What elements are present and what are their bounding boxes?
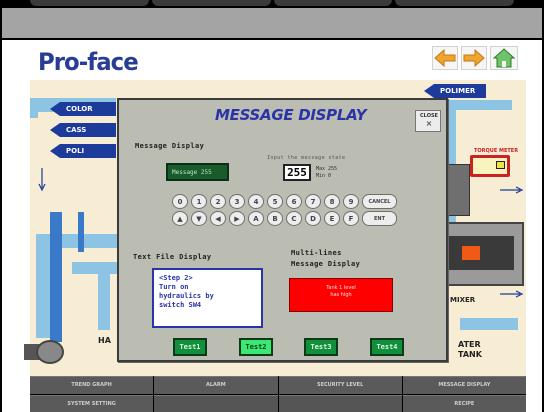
- message-display-field: Message 255: [166, 163, 229, 181]
- pipe: [50, 212, 62, 342]
- window-title: MESSAGE DISPLAY: [215, 106, 367, 124]
- menu-trend-graph[interactable]: TREND GRAPH: [30, 376, 154, 394]
- pump: [36, 340, 64, 364]
- key-3[interactable]: 3: [229, 194, 245, 209]
- header-bar: [0, 6, 544, 40]
- mixer-label: MIXER: [450, 296, 476, 304]
- text-file-display-label: Text File Display: [133, 253, 212, 261]
- key-up[interactable]: ▲: [172, 211, 188, 226]
- key-8[interactable]: 8: [324, 194, 340, 209]
- cancel-key[interactable]: CANCEL: [362, 194, 397, 209]
- hmi-screen: Pro-face POLIMER COLOR CASS POLI TORQUE …: [0, 0, 544, 412]
- mixer-chamber: [448, 236, 514, 270]
- arrow-down-icon: [38, 168, 46, 192]
- menu-empty-slot[interactable]: [154, 394, 278, 412]
- key-right[interactable]: ▶: [229, 211, 245, 226]
- pipe: [460, 318, 518, 330]
- menu-security-level[interactable]: SECURITY LEVEL: [278, 376, 402, 394]
- key-6[interactable]: 6: [286, 194, 302, 209]
- key-a[interactable]: A: [248, 211, 264, 226]
- key-5[interactable]: 5: [267, 194, 283, 209]
- key-f[interactable]: F: [343, 211, 359, 226]
- key-2[interactable]: 2: [210, 194, 226, 209]
- close-icon: ×: [425, 119, 433, 128]
- test2-button[interactable]: Test2: [239, 338, 273, 356]
- key-9[interactable]: 9: [343, 194, 359, 209]
- message-number-input[interactable]: 255: [283, 164, 311, 181]
- polimer-tag: POLIMER: [424, 84, 486, 98]
- menu-alarm[interactable]: ALARM: [154, 376, 278, 394]
- pipe: [36, 234, 50, 338]
- plant-label-left: HA: [98, 336, 111, 345]
- multi-line-display-label: Multi-lines Message Display: [291, 249, 361, 268]
- test3-button[interactable]: Test3: [304, 338, 338, 356]
- menu-message-display[interactable]: MESSAGE DISPLAY: [402, 376, 526, 394]
- key-1[interactable]: 1: [191, 194, 207, 209]
- heater-flame: [462, 246, 480, 260]
- key-down[interactable]: ▼: [191, 211, 207, 226]
- key-7[interactable]: 7: [305, 194, 321, 209]
- message-display-window: MESSAGE DISPLAY CLOSE × Message Display …: [117, 98, 448, 362]
- arrow-left-icon: [434, 49, 456, 67]
- menu-recipe[interactable]: RECIPE: [402, 394, 526, 412]
- poli-tag: POLI: [50, 144, 116, 158]
- forward-button[interactable]: [461, 46, 487, 70]
- torque-indicator: [496, 161, 505, 169]
- key-e[interactable]: E: [324, 211, 340, 226]
- test1-button[interactable]: Test1: [173, 338, 207, 356]
- pipe: [30, 98, 38, 118]
- home-button[interactable]: [490, 46, 518, 70]
- menu-empty-slot[interactable]: [278, 394, 402, 412]
- cass-tag: CASS: [50, 123, 116, 137]
- enter-key[interactable]: ENT: [362, 211, 397, 226]
- bottom-menu: TREND GRAPH ALARM SECURITY LEVEL MESSAGE…: [30, 376, 526, 412]
- brand-logo: Pro-face: [38, 48, 139, 76]
- arrow-right-icon: [463, 49, 485, 67]
- test4-button[interactable]: Test4: [370, 338, 404, 356]
- multi-line-message-display: Tank 1 level has high: [289, 278, 393, 312]
- menu-system-setting[interactable]: SYSTEM SETTING: [30, 394, 154, 412]
- key-c[interactable]: C: [286, 211, 302, 226]
- pipe: [72, 262, 118, 274]
- back-button[interactable]: [432, 46, 458, 70]
- home-icon: [493, 48, 515, 68]
- text-file-display: <Step 2> Turn on hydraulics by switch SW…: [152, 268, 263, 328]
- message-display-label: Message Display: [135, 142, 205, 150]
- pipe: [98, 262, 110, 330]
- key-0[interactable]: 0: [172, 194, 188, 209]
- max-min-label: Max 255 Min 0: [316, 166, 338, 179]
- key-4[interactable]: 4: [248, 194, 264, 209]
- torque-meter-label: TORQUE METER: [474, 148, 519, 154]
- plant-label-right: ATER TANK: [458, 340, 482, 359]
- pipe: [448, 100, 512, 110]
- color-tag: COLOR: [50, 102, 116, 116]
- close-button[interactable]: CLOSE ×: [415, 110, 441, 132]
- keypad: 0 1 2 3 4 5 6 7 8 9 CANCEL ▲ ▼ ◀ ▶ A B C…: [172, 194, 404, 226]
- key-left[interactable]: ◀: [210, 211, 226, 226]
- input-hint: Input the message state: [267, 155, 346, 161]
- arrow-right-icon: [500, 186, 524, 194]
- arrow-right-icon: [500, 290, 524, 298]
- pipe: [78, 212, 84, 252]
- key-d[interactable]: D: [305, 211, 321, 226]
- key-b[interactable]: B: [267, 211, 283, 226]
